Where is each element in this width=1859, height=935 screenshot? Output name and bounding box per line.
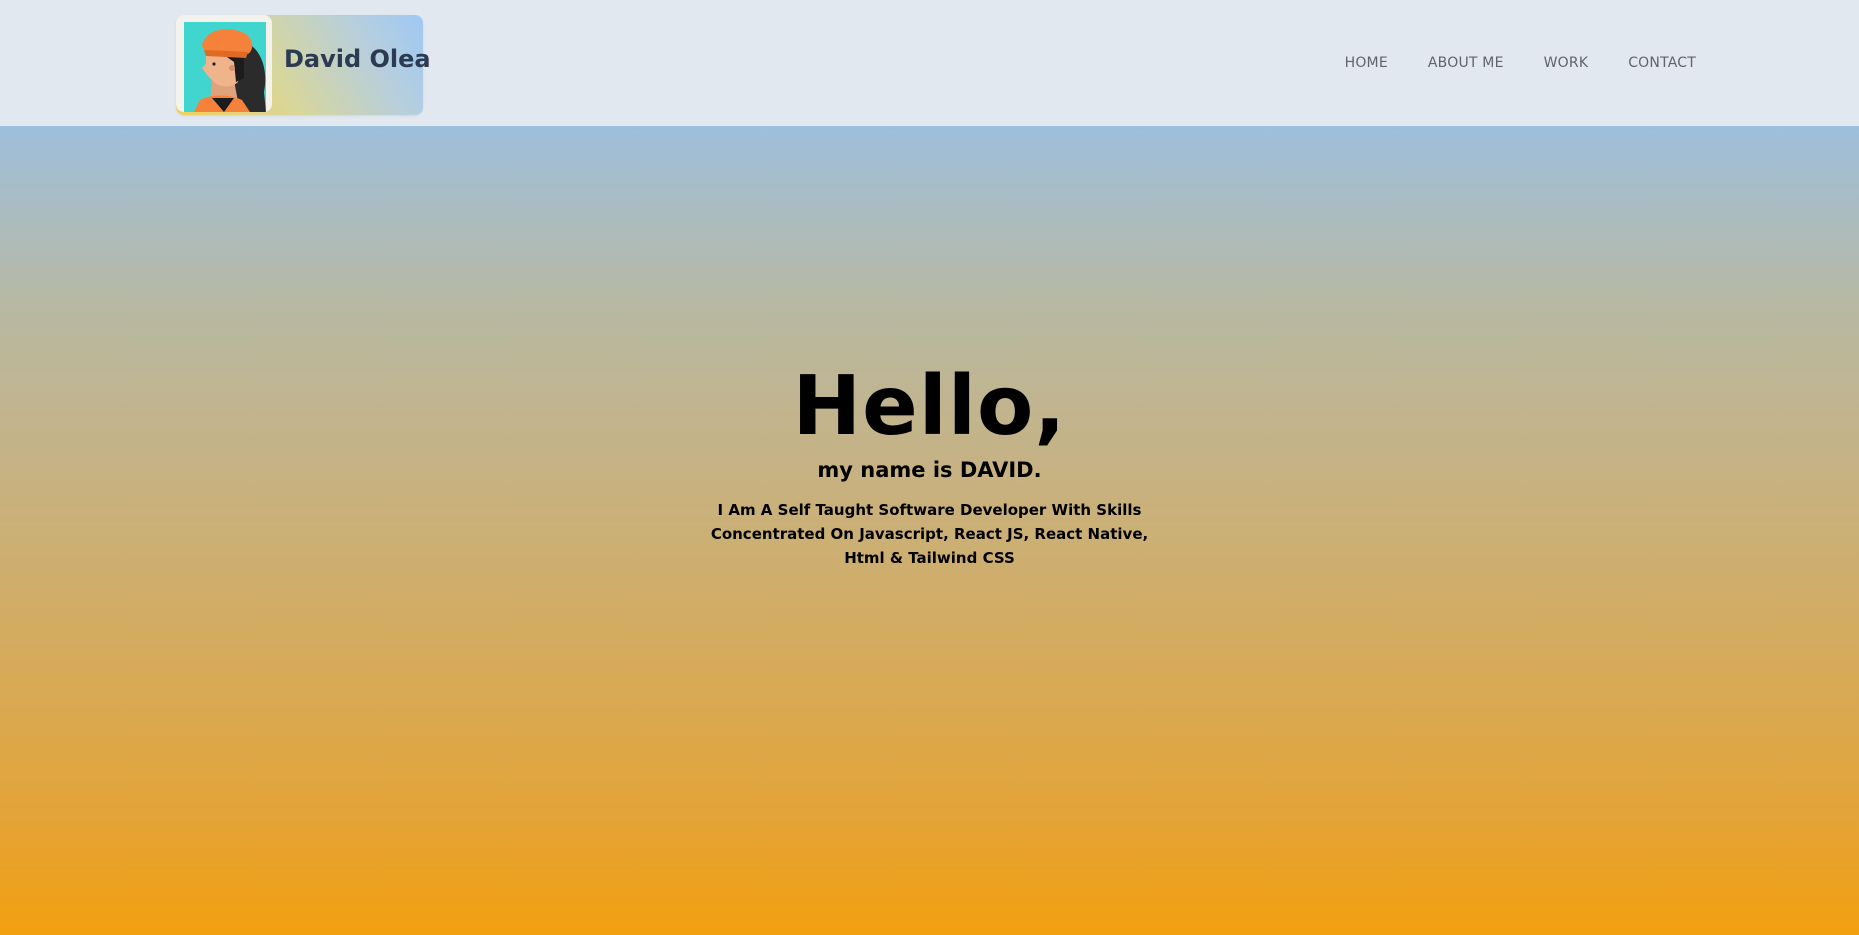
- avatar-portrait-icon: [184, 22, 266, 112]
- brand-logo-link[interactable]: David Olea: [176, 15, 431, 115]
- hero-section: Hello, my name is DAVID. I Am A Self Tau…: [0, 126, 1859, 935]
- brand-name: David Olea: [284, 45, 431, 73]
- avatar: [176, 15, 272, 112]
- hero-content: Hello, my name is DAVID. I Am A Self Tau…: [0, 366, 1859, 570]
- hero-title: Hello,: [792, 359, 1067, 454]
- page: David Olea HOME ABOUT ME WORK CONTACT He…: [0, 0, 1859, 935]
- hero-description: I Am A Self Taught Software Developer Wi…: [710, 501, 1149, 567]
- nav-work[interactable]: WORK: [1544, 55, 1589, 71]
- nav-about-me[interactable]: ABOUT ME: [1428, 55, 1504, 71]
- hero-subtitle: my name is DAVID.: [817, 458, 1042, 482]
- site-header: David Olea HOME ABOUT ME WORK CONTACT: [0, 0, 1859, 126]
- nav-contact[interactable]: CONTACT: [1628, 55, 1696, 71]
- main-nav: HOME ABOUT ME WORK CONTACT: [1345, 55, 1696, 71]
- nav-home[interactable]: HOME: [1345, 55, 1388, 71]
